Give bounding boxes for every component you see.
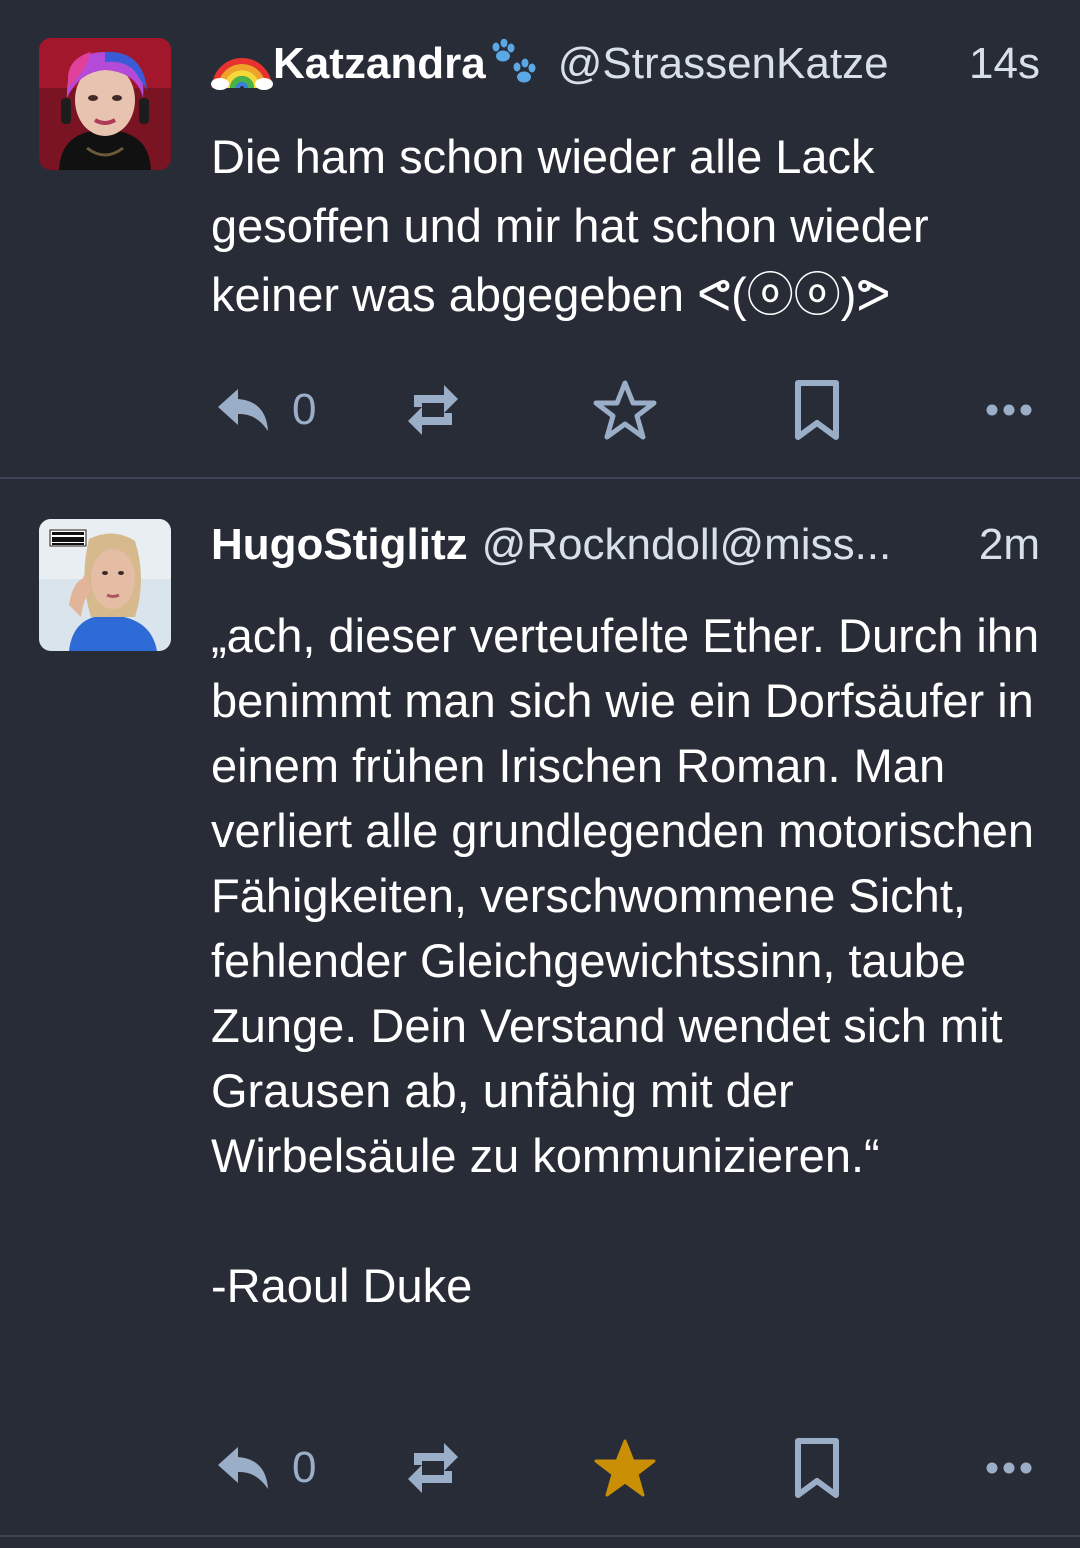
post-divider [0,1535,1080,1537]
post-header: HugoStiglitz @Rockndoll@miss... 2m [211,517,1040,573]
timestamp[interactable]: 2m [979,520,1040,570]
action-bar: 0 [0,1433,1080,1503]
star-icon [593,379,657,441]
action-bar: 0 [0,375,1080,445]
reply-button[interactable]: 0 [216,1433,316,1503]
reply-count: 0 [292,385,317,434]
display-name[interactable]: HugoStiglitz [211,520,468,570]
account-handle[interactable]: @Rockndoll@miss... [482,520,979,570]
reply-icon [216,1445,270,1491]
reply-count: 0 [292,1443,317,1492]
paw-prints-icon [486,39,544,89]
status-post[interactable]: Katzandra @StrassenKatze 14s Die ham sch… [0,0,1080,478]
bookmark-icon [794,1437,840,1499]
favourite-button[interactable] [593,375,657,445]
avatar[interactable] [39,519,171,651]
bookmark-button[interactable] [794,1433,840,1503]
bookmark-button[interactable] [794,375,840,445]
account-handle[interactable]: @StrassenKatze [558,39,969,89]
avatar[interactable] [39,38,171,170]
star-icon [593,1437,657,1499]
boost-icon [404,379,462,441]
boost-icon [404,1437,462,1499]
display-name[interactable]: Katzandra [273,39,486,89]
more-icon [986,1461,1032,1475]
more-button[interactable] [986,1433,1032,1503]
timestamp[interactable]: 14s [969,39,1040,89]
boost-button[interactable] [404,375,462,445]
post-header: Katzandra @StrassenKatze 14s [211,36,1040,92]
more-icon [986,403,1032,417]
boost-button[interactable] [404,1433,462,1503]
reply-icon [216,387,270,433]
status-post[interactable]: HugoStiglitz @Rockndoll@miss... 2m „ach,… [0,480,1080,1536]
reply-button[interactable]: 0 [216,375,316,445]
post-content: Die ham schon wieder alle Lack gesoffen … [211,130,942,321]
rainbow-icon [211,38,273,90]
post-content: „ach, dieser verteufelte Ether. Durch ih… [211,609,1040,1312]
post-divider [0,477,1080,479]
bookmark-icon [794,379,840,441]
favourite-button[interactable] [593,1433,657,1503]
more-button[interactable] [986,375,1032,445]
